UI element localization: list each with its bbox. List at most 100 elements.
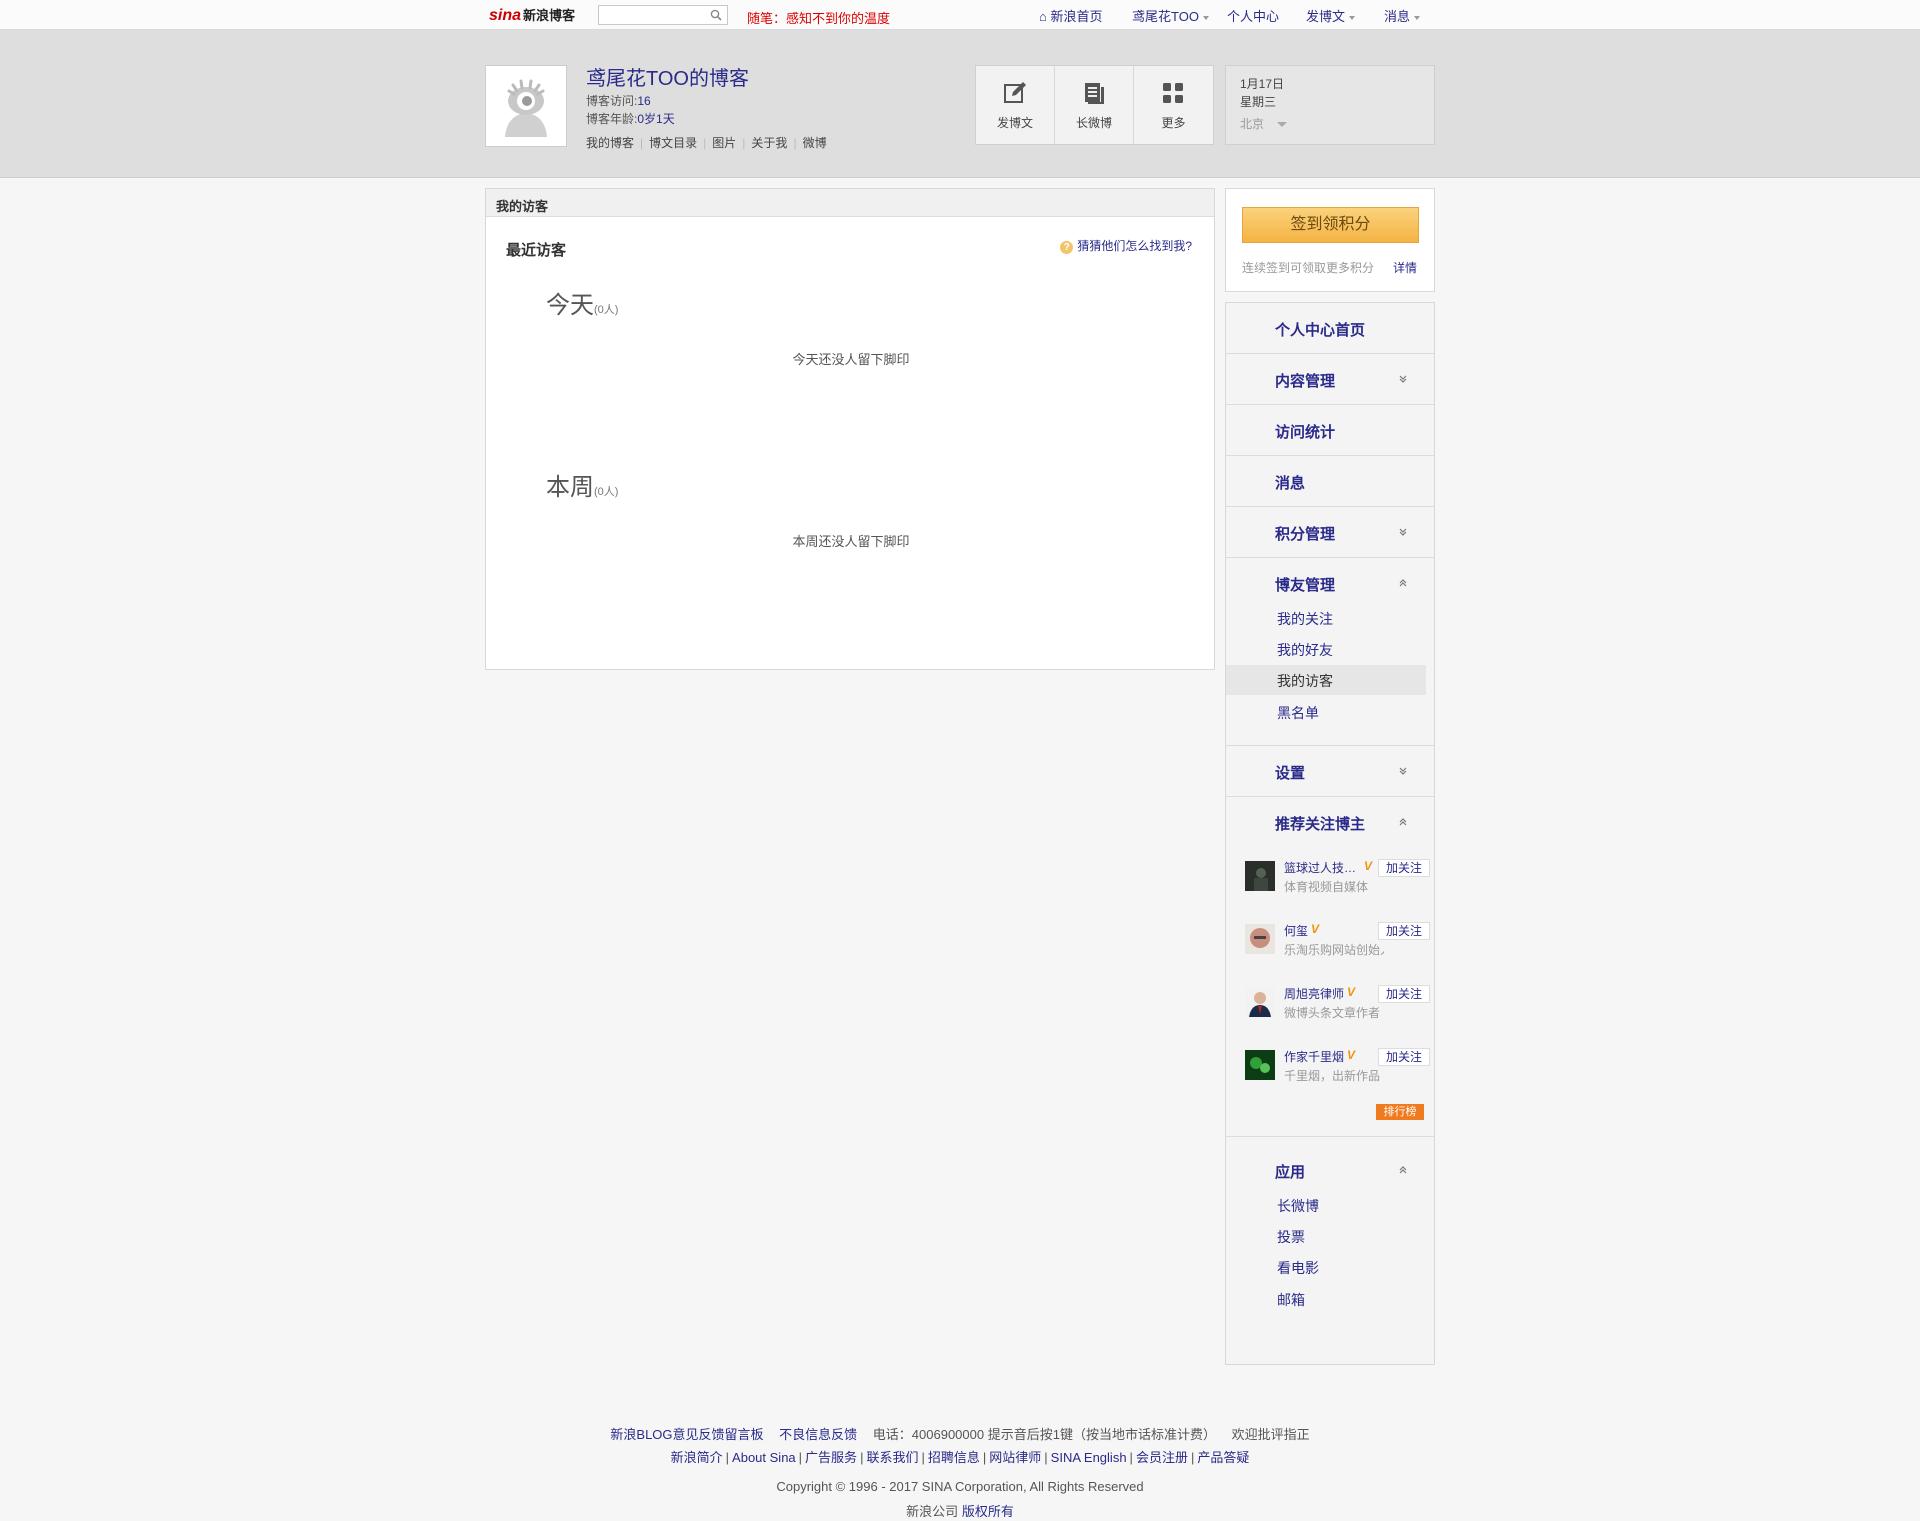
follow-button[interactable]: 加关注 — [1378, 859, 1430, 877]
footer-link-about[interactable]: 新浪简介 — [671, 1450, 723, 1465]
menu-home[interactable]: 个人中心首页 — [1226, 303, 1434, 354]
app-mail[interactable]: 邮箱 — [1226, 1284, 1426, 1314]
menu-points-label: 积分管理 — [1275, 526, 1336, 543]
footer-link-register[interactable]: 会员注册 — [1136, 1450, 1188, 1465]
footer-link-lawyer[interactable]: 网站律师 — [989, 1450, 1041, 1465]
submenu-following[interactable]: 我的关注 — [1226, 603, 1426, 633]
footer-divider: | — [1190, 1450, 1195, 1465]
follow-button[interactable]: 加关注 — [1378, 1048, 1430, 1066]
nav-post-label: 发博文 — [1306, 9, 1346, 24]
age-label: 博客年龄: — [586, 112, 638, 126]
menu-friends-title[interactable]: 博友管理 — [1275, 574, 1335, 595]
double-chevron-up-icon[interactable] — [1398, 817, 1408, 827]
chevron-down-icon — [1414, 15, 1421, 20]
visits-label: 博客访问: — [586, 94, 638, 108]
week-empty-message: 本周还没人留下脚印 — [792, 534, 910, 549]
today-section-title: 今天(0人) — [546, 285, 618, 320]
nav-sina-home[interactable]: ⌂ 新浪首页 — [1039, 6, 1103, 25]
nav-sina-home-label: 新浪首页 — [1050, 9, 1103, 24]
blogger-avatar[interactable] — [1245, 1050, 1275, 1080]
double-chevron-up-icon[interactable] — [1398, 578, 1408, 588]
nav-messages-menu[interactable]: 消息 — [1384, 6, 1421, 25]
signin-box: 签到领积分 连续签到可领取更多积分 详情 — [1225, 188, 1435, 292]
verified-badge-icon: V — [1347, 1048, 1356, 1062]
blog-nav-catalog[interactable]: 博文目录 — [649, 136, 697, 150]
sina-blog-logo[interactable]: sina 新浪博客 — [489, 5, 575, 25]
verified-badge-icon: V — [1311, 922, 1320, 936]
nav-personal-center[interactable]: 个人中心 — [1227, 6, 1279, 25]
nav-user-menu[interactable]: 鸢尾花TOO — [1132, 6, 1209, 25]
menu-stats[interactable]: 访问统计 — [1226, 405, 1434, 456]
blog-nav-weibo[interactable]: 微博 — [803, 136, 827, 150]
footer-link-jobs[interactable]: 招聘信息 — [928, 1450, 980, 1465]
week-section-title: 本周(0人) — [546, 467, 618, 502]
blogger-avatar[interactable] — [1245, 861, 1275, 891]
footer-copyright: Copyright © 1996 - 2017 SINA Corporation… — [776, 1479, 1144, 1494]
footer-link-english[interactable]: SINA English — [1051, 1450, 1127, 1465]
submenu-blacklist[interactable]: 黑名单 — [1226, 697, 1426, 727]
city-label: 北京 — [1240, 117, 1265, 131]
menu-settings-label: 设置 — [1275, 765, 1306, 782]
blogger-name[interactable]: 篮球过人技… — [1284, 859, 1356, 876]
footer-link-contact[interactable]: 联系我们 — [866, 1450, 918, 1465]
blogger-name[interactable]: 作家千里烟 — [1284, 1048, 1344, 1065]
app-vote[interactable]: 投票 — [1226, 1221, 1426, 1251]
city-selector[interactable]: 北京 — [1240, 115, 1420, 133]
footer-link-ads[interactable]: 广告服务 — [805, 1450, 857, 1465]
guess-link-label: 猜猜他们怎么找到我? — [1077, 239, 1192, 253]
blogger-name[interactable]: 周旭亮律师 — [1284, 985, 1344, 1002]
logo-blog-text: 新浪博客 — [523, 8, 576, 23]
blog-nav-my-blog[interactable]: 我的博客 — [586, 136, 634, 150]
blogger-avatar[interactable] — [1245, 987, 1275, 1017]
side-menu: 个人中心首页 内容管理 访问统计 消息 积分管理 博友管理 我的关注 我的好友 … — [1225, 302, 1435, 1365]
nav-divider: | — [793, 136, 797, 150]
blog-nav-photos[interactable]: 图片 — [712, 136, 736, 150]
submenu-friends[interactable]: 我的好友 — [1226, 634, 1426, 664]
visits-value: 16 — [637, 94, 651, 108]
menu-points[interactable]: 积分管理 — [1226, 507, 1434, 558]
default-avatar-icon — [491, 71, 561, 141]
footer-link-about-sina[interactable]: About Sina — [732, 1450, 796, 1465]
signin-detail-link[interactable]: 详情 — [1393, 259, 1417, 276]
menu-message[interactable]: 消息 — [1226, 456, 1434, 507]
blogger-avatar[interactable] — [1245, 924, 1275, 954]
verified-badge-icon: V — [1347, 985, 1356, 999]
app-long-weibo[interactable]: 长微博 — [1226, 1190, 1426, 1220]
follow-button[interactable]: 加关注 — [1378, 922, 1430, 940]
chevron-down-icon — [1349, 15, 1356, 20]
nav-divider: | — [703, 136, 707, 150]
avatar[interactable] — [485, 65, 567, 147]
week-count: (0人) — [594, 486, 619, 498]
search-icon[interactable] — [710, 9, 722, 21]
menu-apps-title[interactable]: 应用 — [1275, 1161, 1305, 1182]
footer-link-faq[interactable]: 产品答疑 — [1197, 1450, 1249, 1465]
search-input[interactable] — [599, 6, 703, 24]
blog-nav-about[interactable]: 关于我 — [751, 136, 787, 150]
double-chevron-up-icon[interactable] — [1398, 1165, 1408, 1175]
nav-divider: | — [742, 136, 746, 150]
tool-more[interactable]: 更多 — [1134, 66, 1213, 144]
menu-content[interactable]: 内容管理 — [1226, 354, 1434, 405]
blogger-description: 乐淘乐购网站创始人… — [1284, 943, 1384, 957]
signin-button[interactable]: 签到领积分 — [1242, 207, 1419, 243]
tool-long-weibo-label: 长微博 — [1075, 116, 1112, 130]
nav-post-menu[interactable]: 发博文 — [1306, 6, 1356, 25]
tool-post-article[interactable]: 发博文 — [976, 66, 1055, 144]
menu-settings[interactable]: 设置 — [1226, 746, 1434, 797]
footer-report-link[interactable]: 不良信息反馈 — [779, 1427, 857, 1442]
blog-title[interactable]: 鸢尾花TOO的博客 — [586, 62, 749, 91]
notice-link[interactable]: 随笔：感知不到你的温度 — [747, 8, 890, 27]
footer-feedback-link[interactable]: 新浪BLOG意见反馈留言板 — [610, 1427, 763, 1442]
footer-rights-link[interactable]: 版权所有 — [962, 1504, 1014, 1519]
menu-recommend-section: 推荐关注博主 篮球过人技… V 体育视频自媒体 加关注 何玺 V 乐淘乐购网站创… — [1226, 797, 1434, 1137]
tool-long-weibo[interactable]: 长微博 — [1055, 66, 1134, 144]
menu-recommend-title[interactable]: 推荐关注博主 — [1275, 813, 1365, 834]
blogger-name[interactable]: 何玺 — [1284, 922, 1308, 939]
guess-how-found-link[interactable]: ? 猜猜他们怎么找到我? — [1060, 237, 1192, 254]
today-count: (0人) — [594, 304, 619, 316]
ranking-button[interactable]: 排行榜 — [1376, 1104, 1424, 1120]
submenu-visitors[interactable]: 我的访客 — [1226, 665, 1426, 695]
app-movies[interactable]: 看电影 — [1226, 1252, 1426, 1282]
follow-button[interactable]: 加关注 — [1378, 985, 1430, 1003]
menu-message-label: 消息 — [1275, 475, 1306, 492]
